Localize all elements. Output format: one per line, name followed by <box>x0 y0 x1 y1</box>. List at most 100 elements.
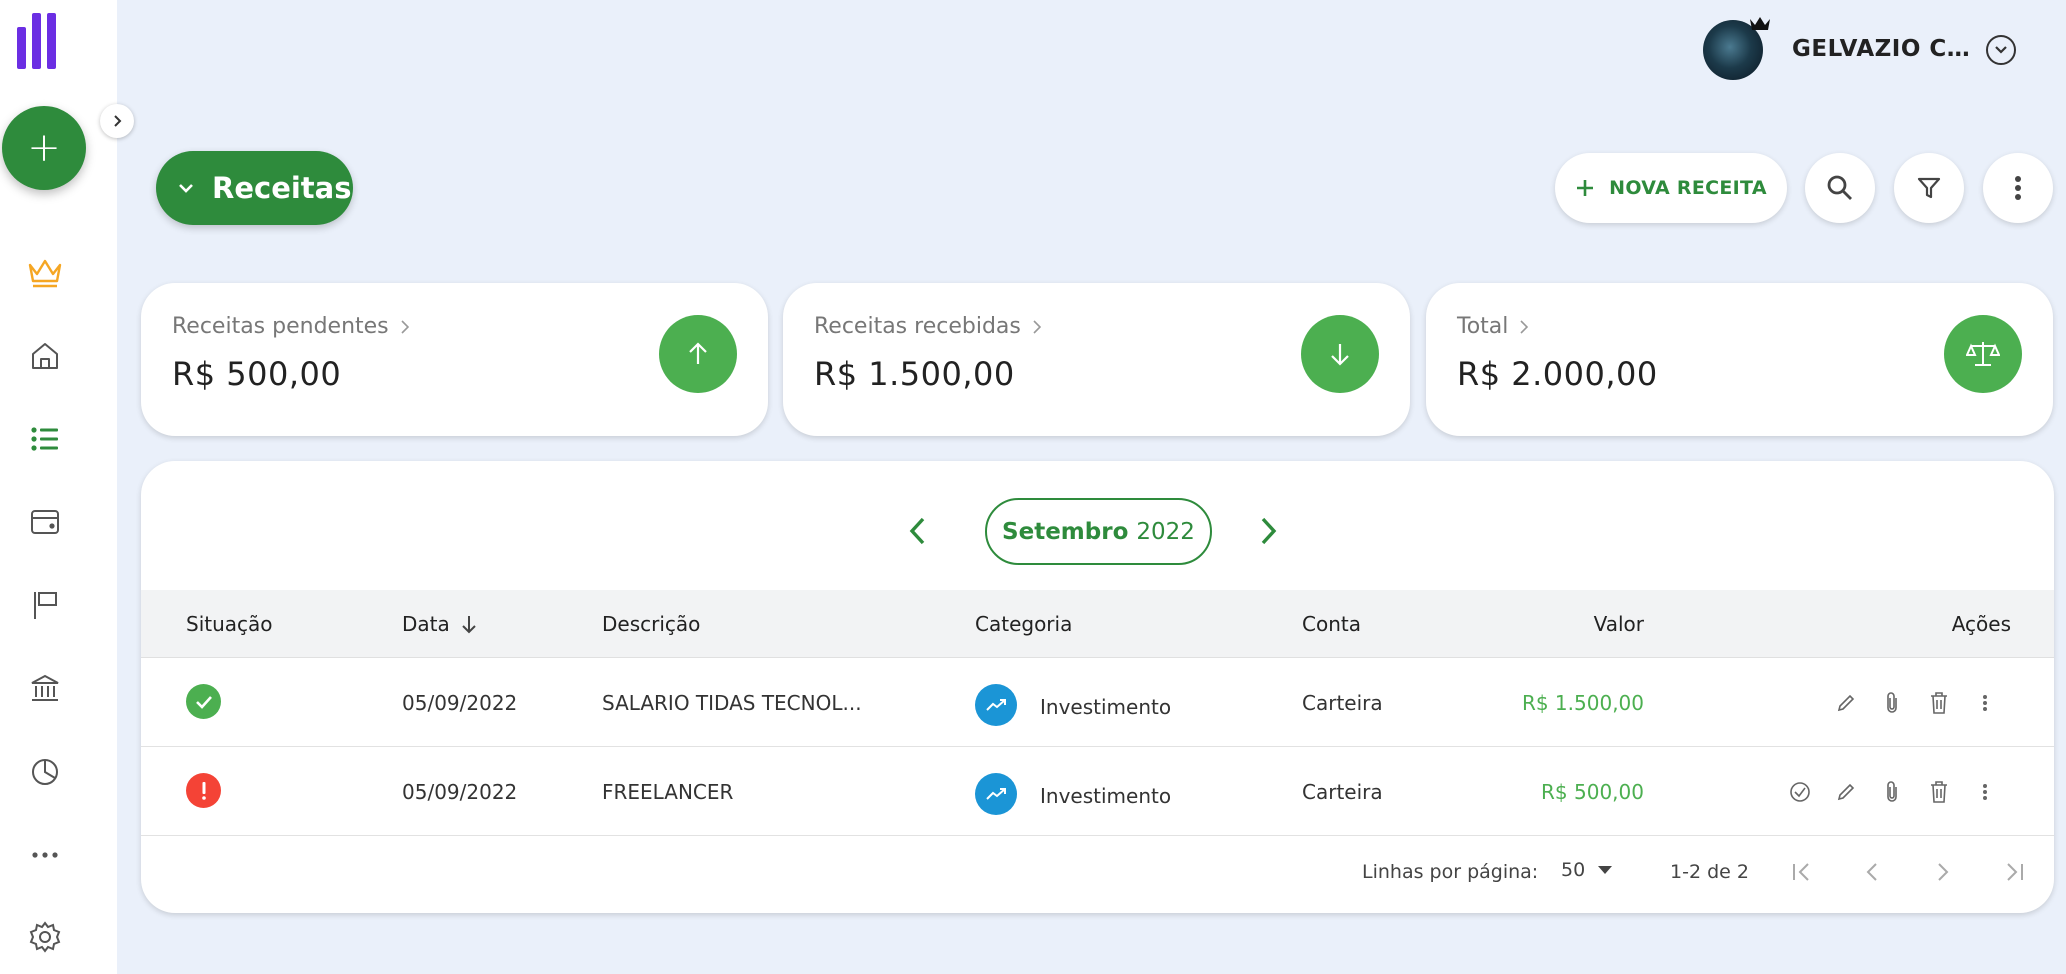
card-icon-badge <box>1301 315 1379 393</box>
attach-button[interactable] <box>1877 777 1907 807</box>
sidebar-item-premium[interactable] <box>26 254 64 292</box>
card-icon-badge <box>1944 315 2022 393</box>
card-value: R$ 2.000,00 <box>1457 355 1658 393</box>
previous-page-button[interactable] <box>1857 857 1887 887</box>
row-value: R$ 1.500,00 <box>1521 691 1644 715</box>
flag-icon <box>34 592 57 619</box>
row-more-button[interactable] <box>1970 688 2000 718</box>
check-icon <box>195 695 212 709</box>
search-button[interactable] <box>1805 153 1875 223</box>
row-more-button[interactable] <box>1970 777 2000 807</box>
row-value: R$ 500,00 <box>1541 780 1644 804</box>
table-header: Situação Data Descrição Categoria Conta … <box>141 590 2054 658</box>
pending-income-card[interactable]: Receitas pendentes R$ 500,00 <box>141 283 768 436</box>
row-category: Investimento <box>1040 784 1172 808</box>
column-header-value[interactable]: Valor <box>1594 612 1644 636</box>
rows-per-page-value: 50 <box>1561 859 1586 881</box>
paperclip-icon <box>1887 692 1897 713</box>
pie-chart-icon <box>32 759 58 785</box>
caret-down-icon <box>1598 866 1613 874</box>
column-header-status[interactable]: Situação <box>186 612 273 636</box>
month-selector[interactable]: Setembro 2022 <box>985 498 1212 565</box>
pencil-icon <box>1837 783 1855 801</box>
crown-icon <box>1750 17 1770 30</box>
column-header-account[interactable]: Conta <box>1302 612 1361 636</box>
chevron-left-icon <box>909 517 925 545</box>
sidebar: + <box>0 0 117 974</box>
transactions-table-card: Setembro 2022 Situação Data Descrição Ca… <box>141 461 2054 913</box>
row-description: SALARIO TIDAS TECNOL... <box>602 691 862 715</box>
more-vertical-icon <box>1983 784 1987 800</box>
edit-button[interactable] <box>1831 688 1861 718</box>
edit-button[interactable] <box>1831 777 1861 807</box>
sidebar-item-reports[interactable] <box>26 753 64 791</box>
filter-button[interactable] <box>1894 153 1964 223</box>
home-icon <box>32 343 58 369</box>
column-header-date-label: Data <box>402 612 450 636</box>
chevron-right-icon <box>1520 319 1529 334</box>
column-header-actions: Ações <box>1951 612 2011 636</box>
check-circle-icon <box>1790 782 1810 802</box>
trash-icon <box>1931 781 1947 803</box>
delete-button[interactable] <box>1924 777 1954 807</box>
bars-logo-icon[interactable] <box>17 13 56 69</box>
card-label: Receitas pendentes <box>172 314 389 339</box>
mark-received-button[interactable] <box>1785 777 1815 807</box>
new-income-button[interactable]: NOVA RECEITA <box>1555 153 1787 223</box>
row-account: Carteira <box>1302 691 1383 715</box>
sidebar-item-goals[interactable] <box>26 586 64 624</box>
last-page-button[interactable] <box>1999 857 2029 887</box>
more-horizontal-icon <box>32 852 58 858</box>
chevron-right-icon <box>114 115 122 127</box>
first-page-icon <box>1793 863 1809 881</box>
first-page-button[interactable] <box>1787 857 1817 887</box>
category-icon <box>975 773 1017 815</box>
next-month-button[interactable] <box>1251 513 1287 549</box>
rows-per-page-label: Linhas por página: <box>1362 861 1539 883</box>
delete-button[interactable] <box>1924 688 1954 718</box>
sidebar-item-home[interactable] <box>26 337 64 375</box>
category-icon <box>975 684 1017 726</box>
table-row[interactable]: 05/09/2022 SALARIO TIDAS TECNOL... Inves… <box>141 658 2054 747</box>
sidebar-item-banks[interactable] <box>26 670 64 708</box>
rows-per-page-select[interactable]: 50 <box>1561 859 1613 881</box>
sidebar-item-transactions[interactable] <box>26 420 64 458</box>
row-date: 05/09/2022 <box>402 780 518 804</box>
chevron-down-icon <box>179 184 193 193</box>
row-date: 05/09/2022 <box>402 691 518 715</box>
balance-scale-icon <box>1966 342 2000 366</box>
sidebar-item-more[interactable] <box>26 836 64 874</box>
row-category: Investimento <box>1040 695 1172 719</box>
table-row[interactable]: 05/09/2022 FREELANCER Investimento Carte… <box>141 747 2054 836</box>
plus-icon: + <box>27 125 61 171</box>
arrow-up-icon <box>689 342 707 364</box>
pagination-range: 1-2 de 2 <box>1670 861 1749 883</box>
total-income-card[interactable]: Total R$ 2.000,00 <box>1426 283 2053 436</box>
month-year: 2022 <box>1136 518 1195 545</box>
sidebar-item-settings[interactable] <box>26 918 64 956</box>
exclamation-icon <box>201 781 206 800</box>
attach-button[interactable] <box>1877 688 1907 718</box>
card-label: Total <box>1457 314 1509 339</box>
status-received-icon[interactable] <box>186 684 221 719</box>
filter-icon <box>1917 177 1941 199</box>
previous-month-button[interactable] <box>899 513 935 549</box>
next-page-button[interactable] <box>1928 857 1958 887</box>
card-label: Receitas recebidas <box>814 314 1021 339</box>
user-menu-button[interactable] <box>1986 35 2016 65</box>
add-transaction-button[interactable]: + <box>2 106 86 190</box>
column-header-date[interactable]: Data <box>402 612 478 636</box>
user-name[interactable]: GELVAZIO CA... <box>1792 36 1977 62</box>
arrow-down-icon <box>1331 344 1349 366</box>
status-pending-icon[interactable] <box>186 773 221 808</box>
received-income-card[interactable]: Receitas recebidas R$ 1.500,00 <box>783 283 1410 436</box>
transaction-type-selector[interactable]: Receitas <box>156 151 353 225</box>
column-header-description[interactable]: Descrição <box>602 612 700 636</box>
sidebar-collapse-button[interactable] <box>100 104 134 138</box>
column-header-category[interactable]: Categoria <box>975 612 1072 636</box>
search-icon <box>1827 175 1852 200</box>
more-options-button[interactable] <box>1983 153 2053 223</box>
sidebar-item-wallets[interactable] <box>26 503 64 541</box>
chevron-right-icon <box>1261 517 1277 545</box>
row-description: FREELANCER <box>602 780 734 804</box>
